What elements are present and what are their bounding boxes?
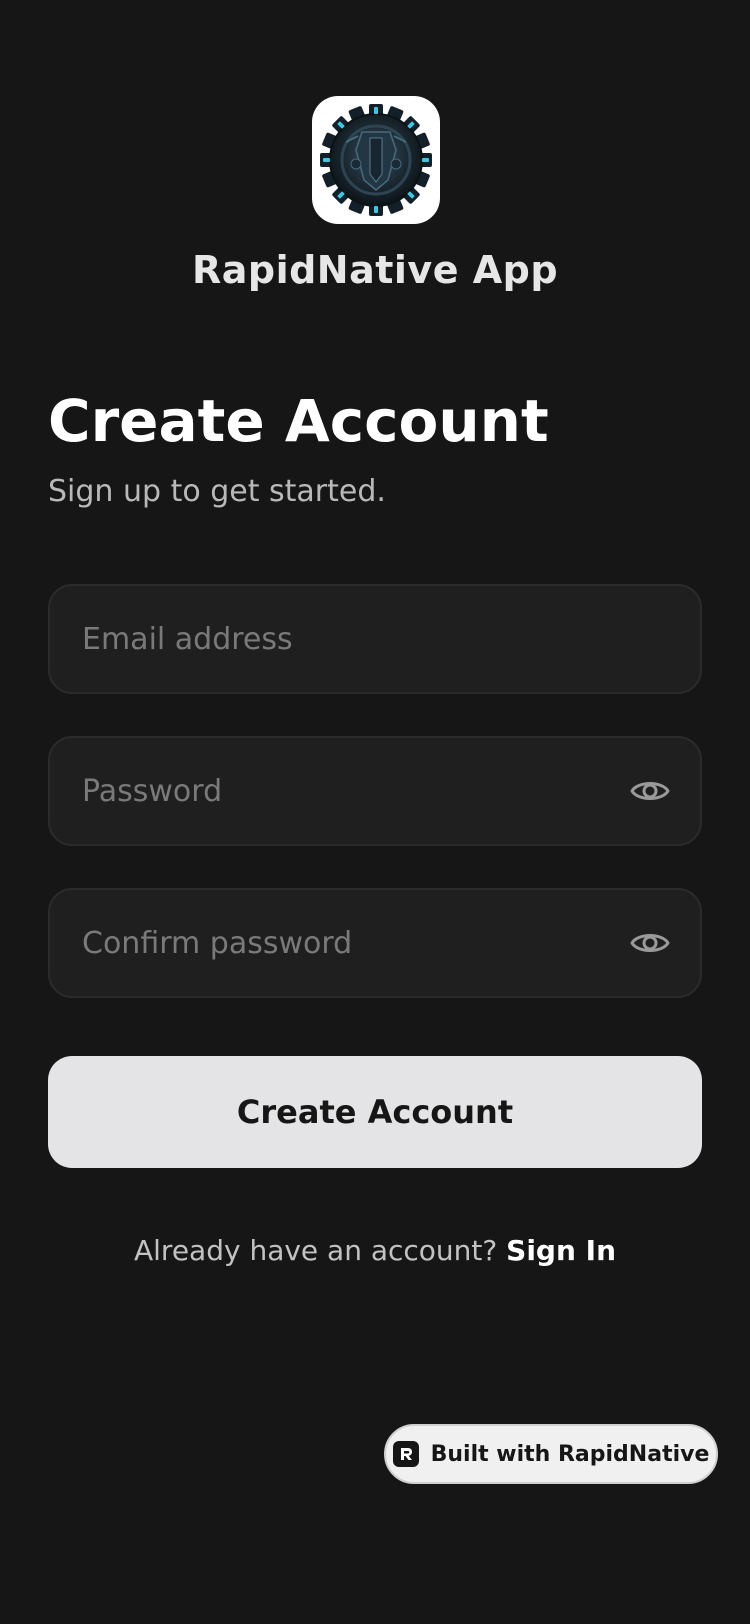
signin-link[interactable]: Sign In <box>506 1234 616 1267</box>
password-field-container[interactable] <box>48 736 702 846</box>
confirm-password-input[interactable] <box>82 890 602 996</box>
signin-prompt-text: Already have an account? <box>133 1234 498 1267</box>
rapidnative-logo-icon <box>392 1441 419 1467</box>
create-account-button[interactable]: Create Account <box>48 1056 702 1168</box>
email-field-container[interactable] <box>48 584 702 694</box>
app-name: RapidNative App <box>191 248 559 292</box>
built-with-badge[interactable]: Built with RapidNative <box>384 1424 718 1484</box>
gear-emblem-icon <box>320 104 432 216</box>
email-input[interactable] <box>82 586 602 692</box>
built-with-label: Built with RapidNative <box>430 1441 710 1467</box>
eye-icon[interactable] <box>630 925 670 961</box>
app-icon <box>312 96 440 224</box>
eye-icon[interactable] <box>630 773 670 809</box>
password-input[interactable] <box>82 738 602 844</box>
page-subtitle: Sign up to get started. <box>48 474 386 509</box>
signin-prompt-row: Already have an account? Sign In <box>0 1234 750 1267</box>
page-title: Create Account <box>48 387 549 455</box>
confirm-password-field-container[interactable] <box>48 888 702 998</box>
